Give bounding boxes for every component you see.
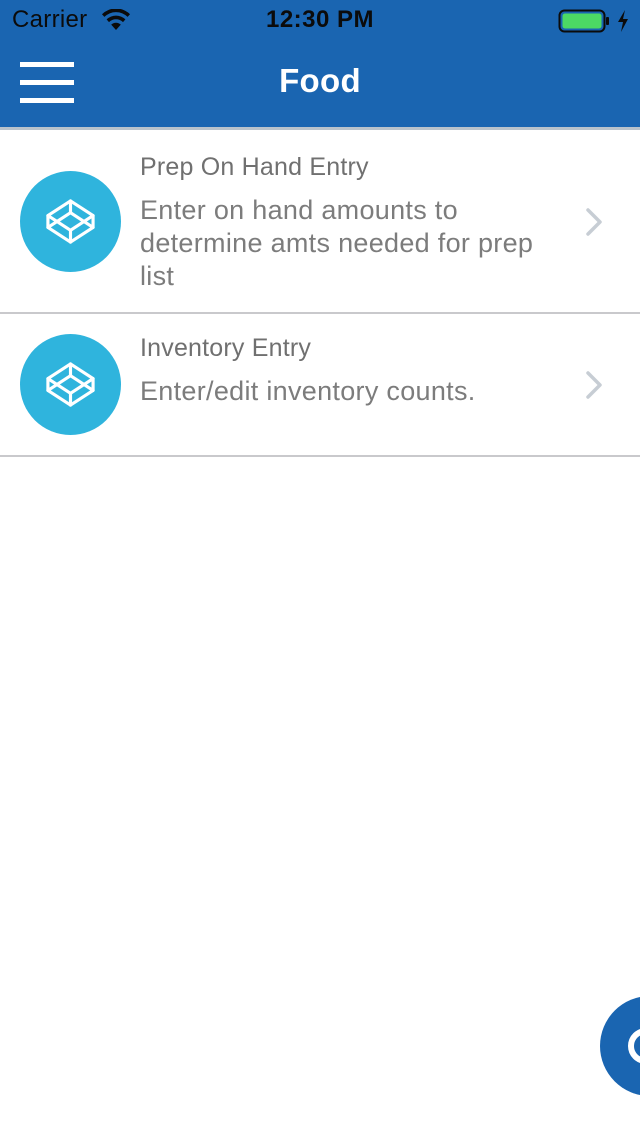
list-item-inventory-entry[interactable]: Inventory Entry Enter/edit inventory cou… — [0, 314, 640, 457]
item-description: Enter on hand amounts to determine amts … — [140, 195, 534, 291]
chevron-right-icon — [586, 208, 602, 236]
codepen-cube-icon — [46, 362, 95, 407]
item-title: Prep On Hand Entry — [140, 153, 369, 181]
status-bar: Carrier 12:30 PM — [0, 0, 640, 40]
battery-icon — [558, 9, 609, 33]
chevron-right-icon — [586, 371, 602, 399]
item-text: Prep On Hand Entry Enter on hand amounts… — [140, 151, 570, 293]
item-icon-circle — [20, 334, 121, 435]
top-bar: Carrier 12:30 PM Food — [0, 0, 640, 127]
codepen-cube-icon — [46, 199, 95, 244]
status-time: 12:30 PM — [265, 6, 375, 33]
page-title: Food — [279, 62, 361, 99]
item-text: Inventory Entry Enter/edit inventory cou… — [140, 332, 570, 408]
list-item-prep-on-hand-entry[interactable]: Prep On Hand Entry Enter on hand amounts… — [0, 130, 640, 314]
menu-list: Prep On Hand Entry Enter on hand amounts… — [0, 130, 640, 457]
item-icon-circle — [20, 171, 121, 272]
item-description: Enter/edit inventory counts. — [140, 376, 476, 406]
charging-bolt-icon — [618, 10, 628, 32]
floating-action-button[interactable] — [600, 996, 640, 1096]
navigation-bar: Food — [0, 40, 640, 127]
circle-action-icon — [628, 1029, 640, 1063]
app-screen: Carrier 12:30 PM Food Prep On Hand Entry… — [0, 0, 640, 1136]
item-title: Inventory Entry — [140, 334, 312, 362]
